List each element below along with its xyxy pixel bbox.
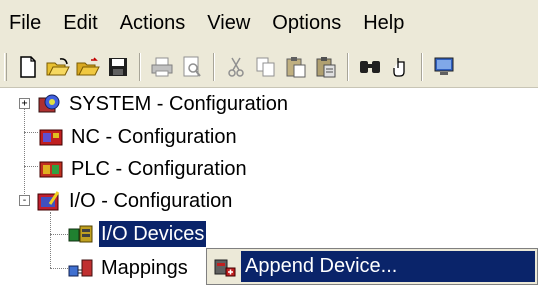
expand-toggle[interactable]: + bbox=[19, 98, 30, 109]
tree-node-system[interactable]: + SYSTEM - Configuration bbox=[14, 89, 290, 119]
find-icon bbox=[360, 60, 380, 73]
menu-file[interactable]: File bbox=[0, 0, 52, 46]
tree-node-io-devices[interactable]: I/O Devices bbox=[68, 219, 207, 249]
monitor-icon bbox=[434, 57, 454, 75]
tree-line bbox=[50, 234, 68, 235]
print-button[interactable] bbox=[150, 54, 174, 80]
tree-label: PLC - Configuration bbox=[71, 158, 247, 180]
open-folder-button[interactable] bbox=[76, 54, 100, 80]
paste-special-button[interactable] bbox=[314, 54, 338, 80]
tree-label-selected: I/O Devices bbox=[99, 221, 207, 247]
tree-node-plc[interactable]: PLC - Configuration bbox=[38, 154, 249, 184]
menu-help[interactable]: Help bbox=[352, 0, 415, 46]
find-button[interactable] bbox=[358, 54, 382, 80]
print-preview-button[interactable] bbox=[180, 54, 204, 80]
toolbar-separator bbox=[347, 52, 349, 81]
save-icon bbox=[109, 57, 127, 76]
copy-button[interactable] bbox=[254, 54, 278, 80]
tree-node-nc[interactable]: NC - Configuration bbox=[38, 122, 239, 152]
toolbar-grip[interactable] bbox=[4, 52, 7, 81]
cut-button[interactable] bbox=[224, 54, 248, 80]
collapse-toggle[interactable]: - bbox=[19, 195, 30, 206]
toolbar-separator bbox=[213, 52, 215, 81]
menu-bar: File Edit Actions View Options Help bbox=[0, 0, 538, 46]
paste-special-icon bbox=[316, 56, 336, 77]
tree-line bbox=[50, 268, 68, 269]
tree-line bbox=[50, 212, 51, 268]
tree-line bbox=[24, 166, 38, 167]
hand-button[interactable] bbox=[388, 54, 412, 80]
context-menu: Append Device... bbox=[206, 248, 538, 285]
print-preview-icon bbox=[183, 56, 201, 77]
toolbar-separator bbox=[421, 52, 423, 81]
menu-view[interactable]: View bbox=[196, 0, 261, 46]
new-icon bbox=[20, 55, 36, 78]
io-config-icon bbox=[36, 190, 62, 212]
cut-icon bbox=[228, 57, 244, 77]
menu-actions[interactable]: Actions bbox=[109, 0, 197, 46]
tree-node-mappings[interactable]: Mappings bbox=[68, 253, 190, 283]
menu-options[interactable]: Options bbox=[261, 0, 352, 46]
append-device-icon bbox=[209, 251, 241, 282]
monitor-button[interactable] bbox=[432, 54, 456, 80]
copy-icon bbox=[256, 57, 275, 76]
system-config-icon bbox=[36, 93, 62, 115]
mappings-icon bbox=[68, 257, 94, 279]
tree-label: I/O - Configuration bbox=[69, 190, 233, 212]
io-devices-icon bbox=[68, 223, 94, 245]
paste-button[interactable] bbox=[284, 54, 308, 80]
save-button[interactable] bbox=[106, 54, 130, 80]
open-folder-icon bbox=[76, 56, 100, 75]
hand-icon bbox=[393, 57, 405, 77]
menu-edit[interactable]: Edit bbox=[52, 0, 108, 46]
menu-item-append-device[interactable]: Append Device... bbox=[209, 251, 535, 282]
tree-line bbox=[24, 132, 38, 133]
new-button[interactable] bbox=[16, 54, 40, 80]
tree-label: Mappings bbox=[101, 257, 188, 279]
nc-config-icon bbox=[38, 126, 64, 148]
tree-node-io[interactable]: - I/O - Configuration bbox=[14, 186, 234, 216]
paste-icon bbox=[286, 56, 306, 77]
tree-label: SYSTEM - Configuration bbox=[69, 93, 288, 115]
toolbar bbox=[0, 46, 538, 88]
menu-item-label: Append Device... bbox=[241, 251, 535, 282]
plc-config-icon bbox=[38, 158, 64, 180]
open-button[interactable] bbox=[46, 54, 70, 80]
open-icon bbox=[46, 57, 70, 75]
toolbar-separator bbox=[139, 52, 141, 81]
print-icon bbox=[151, 57, 173, 76]
tree-label: NC - Configuration bbox=[71, 126, 237, 148]
